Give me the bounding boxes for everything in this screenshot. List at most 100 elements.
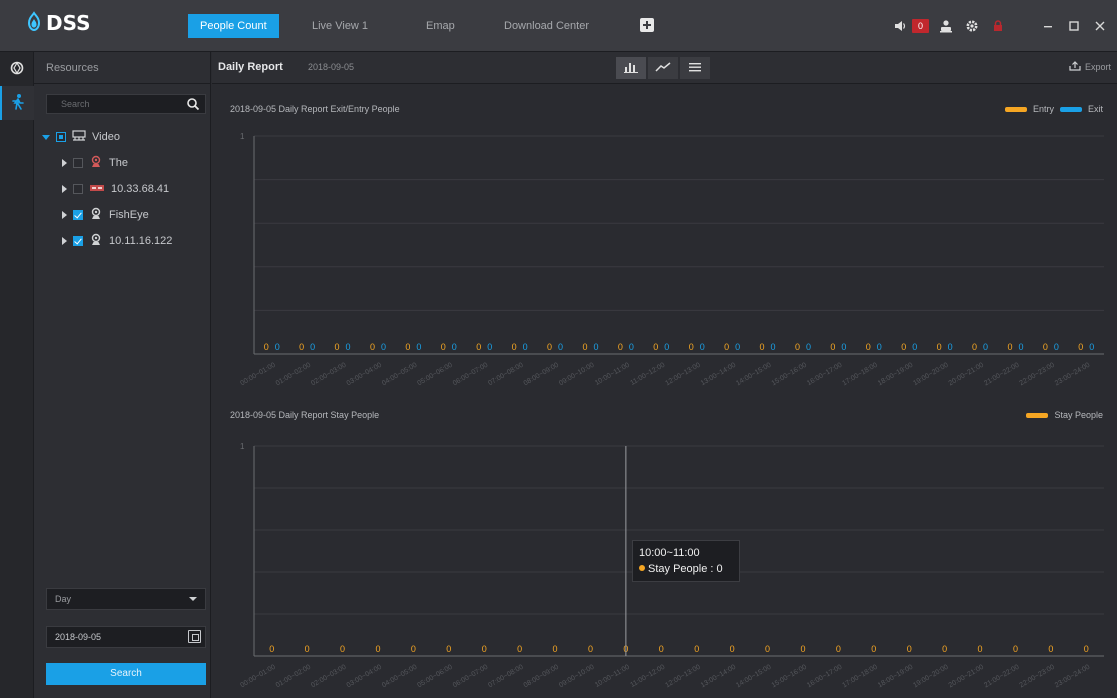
tree-checkbox[interactable] bbox=[56, 132, 66, 142]
person-camera-icon bbox=[89, 207, 103, 224]
tab-emap[interactable]: Emap bbox=[414, 14, 467, 38]
maximize-icon[interactable] bbox=[1065, 17, 1083, 35]
data-label: 0 bbox=[806, 342, 811, 352]
x-tick-label: 07:00~08:00 bbox=[487, 362, 524, 388]
speaker-icon bbox=[891, 17, 909, 35]
expand-right-icon[interactable] bbox=[62, 185, 67, 193]
x-tick-label: 12:00~13:00 bbox=[664, 362, 701, 388]
tree-node-video[interactable]: Video bbox=[40, 124, 205, 150]
refresh-icon bbox=[9, 60, 25, 79]
data-label: 0 bbox=[582, 342, 587, 352]
data-label: 0 bbox=[1084, 644, 1089, 654]
x-tick-label: 23:00~24:00 bbox=[1054, 362, 1091, 388]
nvr-icon bbox=[89, 182, 105, 197]
tree-checkbox[interactable] bbox=[73, 184, 83, 194]
tree-checkbox[interactable] bbox=[73, 236, 83, 246]
data-label: 0 bbox=[1043, 342, 1048, 352]
expand-down-icon[interactable] bbox=[42, 134, 50, 140]
data-label: 0 bbox=[664, 342, 669, 352]
expand-right-icon[interactable] bbox=[62, 159, 67, 167]
x-tick-label: 17:00~18:00 bbox=[841, 362, 878, 388]
expand-right-icon[interactable] bbox=[62, 237, 67, 245]
line-chart-view-button[interactable] bbox=[648, 57, 678, 79]
x-tick-label: 11:00~12:00 bbox=[629, 362, 666, 387]
minimize-icon[interactable] bbox=[1039, 17, 1057, 35]
x-tick-label: 01:00~02:00 bbox=[275, 362, 312, 388]
expand-right-icon[interactable] bbox=[62, 211, 67, 219]
data-label: 0 bbox=[901, 342, 906, 352]
data-label: 0 bbox=[441, 342, 446, 352]
x-tick-label: 02:00~03:00 bbox=[310, 664, 347, 690]
lock-icon[interactable] bbox=[989, 17, 1007, 35]
export-icon bbox=[1069, 61, 1081, 73]
person-walking-icon bbox=[10, 93, 26, 114]
resources-nav[interactable] bbox=[0, 52, 34, 86]
data-label: 0 bbox=[553, 644, 558, 654]
top-right-toolbar: 0 bbox=[891, 14, 1109, 38]
tab-live-view-1[interactable]: Live View 1 bbox=[300, 14, 380, 38]
user-icon[interactable] bbox=[937, 17, 955, 35]
data-label: 0 bbox=[411, 644, 416, 654]
data-label: 0 bbox=[487, 342, 492, 352]
x-tick-label: 06:00~07:00 bbox=[452, 664, 489, 690]
x-tick-label: 23:00~24:00 bbox=[1054, 664, 1091, 690]
chevron-down-icon[interactable] bbox=[189, 597, 197, 601]
gear-icon[interactable] bbox=[963, 17, 981, 35]
data-label: 0 bbox=[907, 644, 912, 654]
data-label: 0 bbox=[771, 342, 776, 352]
search-button[interactable]: Search bbox=[46, 663, 206, 685]
people-count-nav[interactable] bbox=[0, 86, 34, 120]
tree-label: 10.33.68.41 bbox=[111, 183, 170, 195]
data-label: 0 bbox=[275, 342, 280, 352]
tree-node-10-11-16-122[interactable]: 10.11.16.122 bbox=[40, 228, 205, 254]
period-select[interactable]: Day bbox=[46, 588, 206, 610]
add-tab-icon[interactable] bbox=[640, 18, 654, 32]
data-label: 0 bbox=[618, 342, 623, 352]
bar-chart-view-button[interactable] bbox=[616, 57, 646, 79]
data-label: 0 bbox=[760, 342, 765, 352]
data-label: 0 bbox=[800, 644, 805, 654]
data-label: 0 bbox=[735, 342, 740, 352]
y-tick-label: 1 bbox=[240, 442, 245, 451]
x-tick-label: 02:00~03:00 bbox=[310, 362, 347, 388]
tree-checkbox[interactable] bbox=[73, 158, 83, 168]
tree-node-fisheye[interactable]: FishEye bbox=[40, 202, 205, 228]
data-label: 0 bbox=[871, 644, 876, 654]
x-tick-label: 13:00~14:00 bbox=[700, 362, 737, 388]
x-tick-label: 11:00~12:00 bbox=[629, 664, 666, 689]
search-icon[interactable] bbox=[185, 96, 201, 112]
data-label: 0 bbox=[446, 644, 451, 654]
date-value: 2018-09-05 bbox=[55, 632, 102, 642]
data-label: 0 bbox=[942, 644, 947, 654]
calendar-icon[interactable] bbox=[188, 630, 201, 643]
x-tick-label: 16:00~17:00 bbox=[806, 664, 843, 690]
data-label: 0 bbox=[370, 342, 375, 352]
x-tick-label: 04:00~05:00 bbox=[381, 362, 418, 388]
x-tick-label: 13:00~14:00 bbox=[700, 664, 737, 690]
data-label: 0 bbox=[866, 342, 871, 352]
tab-download-center[interactable]: Download Center bbox=[492, 14, 601, 38]
tree-node-10-33-68-41[interactable]: 10.33.68.41 bbox=[40, 176, 205, 202]
data-label: 0 bbox=[694, 644, 699, 654]
x-tick-label: 16:00~17:00 bbox=[806, 362, 843, 388]
tree-node-the[interactable]: The bbox=[40, 150, 205, 176]
tooltip-dot bbox=[639, 565, 645, 571]
list-view-button[interactable] bbox=[680, 57, 710, 79]
data-label: 0 bbox=[1048, 644, 1053, 654]
alarm-indicator[interactable]: 0 bbox=[891, 17, 929, 35]
x-tick-label: 18:00~19:00 bbox=[877, 664, 914, 690]
tab-people-count[interactable]: People Count bbox=[188, 14, 279, 38]
close-icon[interactable] bbox=[1091, 17, 1109, 35]
x-tick-label: 09:00~10:00 bbox=[558, 362, 595, 388]
x-tick-label: 03:00~04:00 bbox=[346, 664, 383, 690]
search-input[interactable]: Search bbox=[46, 94, 206, 114]
tree-checkbox[interactable] bbox=[73, 210, 83, 220]
tree-label: Video bbox=[92, 131, 120, 143]
date-input[interactable]: 2018-09-05 bbox=[46, 626, 206, 648]
data-label: 0 bbox=[1078, 342, 1083, 352]
person-camera-icon bbox=[89, 233, 103, 250]
export-button[interactable]: Export bbox=[1069, 61, 1111, 73]
x-tick-label: 09:00~10:00 bbox=[558, 664, 595, 690]
x-tick-label: 04:00~05:00 bbox=[381, 664, 418, 690]
data-label: 0 bbox=[836, 644, 841, 654]
